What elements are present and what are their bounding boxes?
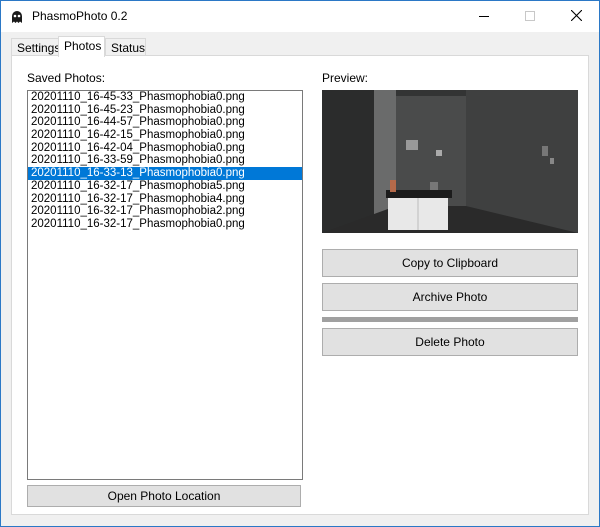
title-bar[interactable]: PhasmoPhoto 0.2 [1, 1, 599, 32]
minimize-icon [479, 10, 489, 24]
list-item[interactable]: 20201110_16-32-17_Phasmophobia2.png [28, 205, 302, 218]
list-item-selected[interactable]: 20201110_16-33-13_Phasmophobia0.png [28, 167, 302, 180]
list-item[interactable]: 20201110_16-45-33_Phasmophobia0.png [28, 91, 302, 104]
archive-photo-button[interactable]: Archive Photo [322, 283, 578, 311]
open-photo-location-button[interactable]: Open Photo Location [27, 485, 301, 507]
list-item[interactable]: 20201110_16-42-04_Phasmophobia0.png [28, 142, 302, 155]
tab-status[interactable]: Status [105, 38, 146, 56]
list-item[interactable]: 20201110_16-45-23_Phasmophobia0.png [28, 104, 302, 117]
delete-photo-button[interactable]: Delete Photo [322, 328, 578, 356]
tab-settings[interactable]: Settings [11, 38, 60, 56]
minimize-button[interactable] [461, 1, 507, 32]
list-item[interactable]: 20201110_16-32-17_Phasmophobia0.png [28, 218, 302, 231]
maximize-button[interactable] [507, 1, 553, 32]
ghost-app-icon [9, 9, 25, 25]
photos-tab-page: Saved Photos: 20201110_16-45-33_Phasmoph… [11, 55, 589, 515]
separator-bar [322, 317, 578, 322]
list-item[interactable]: 20201110_16-42-15_Phasmophobia0.png [28, 129, 302, 142]
client-area: Settings Photos Status Saved Photos: 202… [1, 32, 599, 526]
preview-label: Preview: [322, 71, 369, 85]
close-button[interactable] [553, 1, 599, 32]
tab-photos[interactable]: Photos [58, 36, 105, 57]
list-item[interactable]: 20201110_16-32-17_Phasmophobia4.png [28, 193, 302, 206]
photo-preview-image [322, 90, 578, 233]
app-window: PhasmoPhoto 0.2 Settings Photos Status S… [0, 0, 600, 527]
list-item[interactable]: 20201110_16-32-17_Phasmophobia5.png [28, 180, 302, 193]
close-icon [570, 9, 582, 24]
copy-to-clipboard-button[interactable]: Copy to Clipboard [322, 249, 578, 277]
saved-photos-label: Saved Photos: [27, 71, 106, 85]
saved-photos-list[interactable]: 20201110_16-45-33_Phasmophobia0.png 2020… [27, 90, 303, 480]
window-title: PhasmoPhoto 0.2 [32, 9, 128, 23]
list-item[interactable]: 20201110_16-44-57_Phasmophobia0.png [28, 116, 302, 129]
maximize-icon [525, 10, 535, 24]
list-item[interactable]: 20201110_16-33-59_Phasmophobia0.png [28, 154, 302, 167]
